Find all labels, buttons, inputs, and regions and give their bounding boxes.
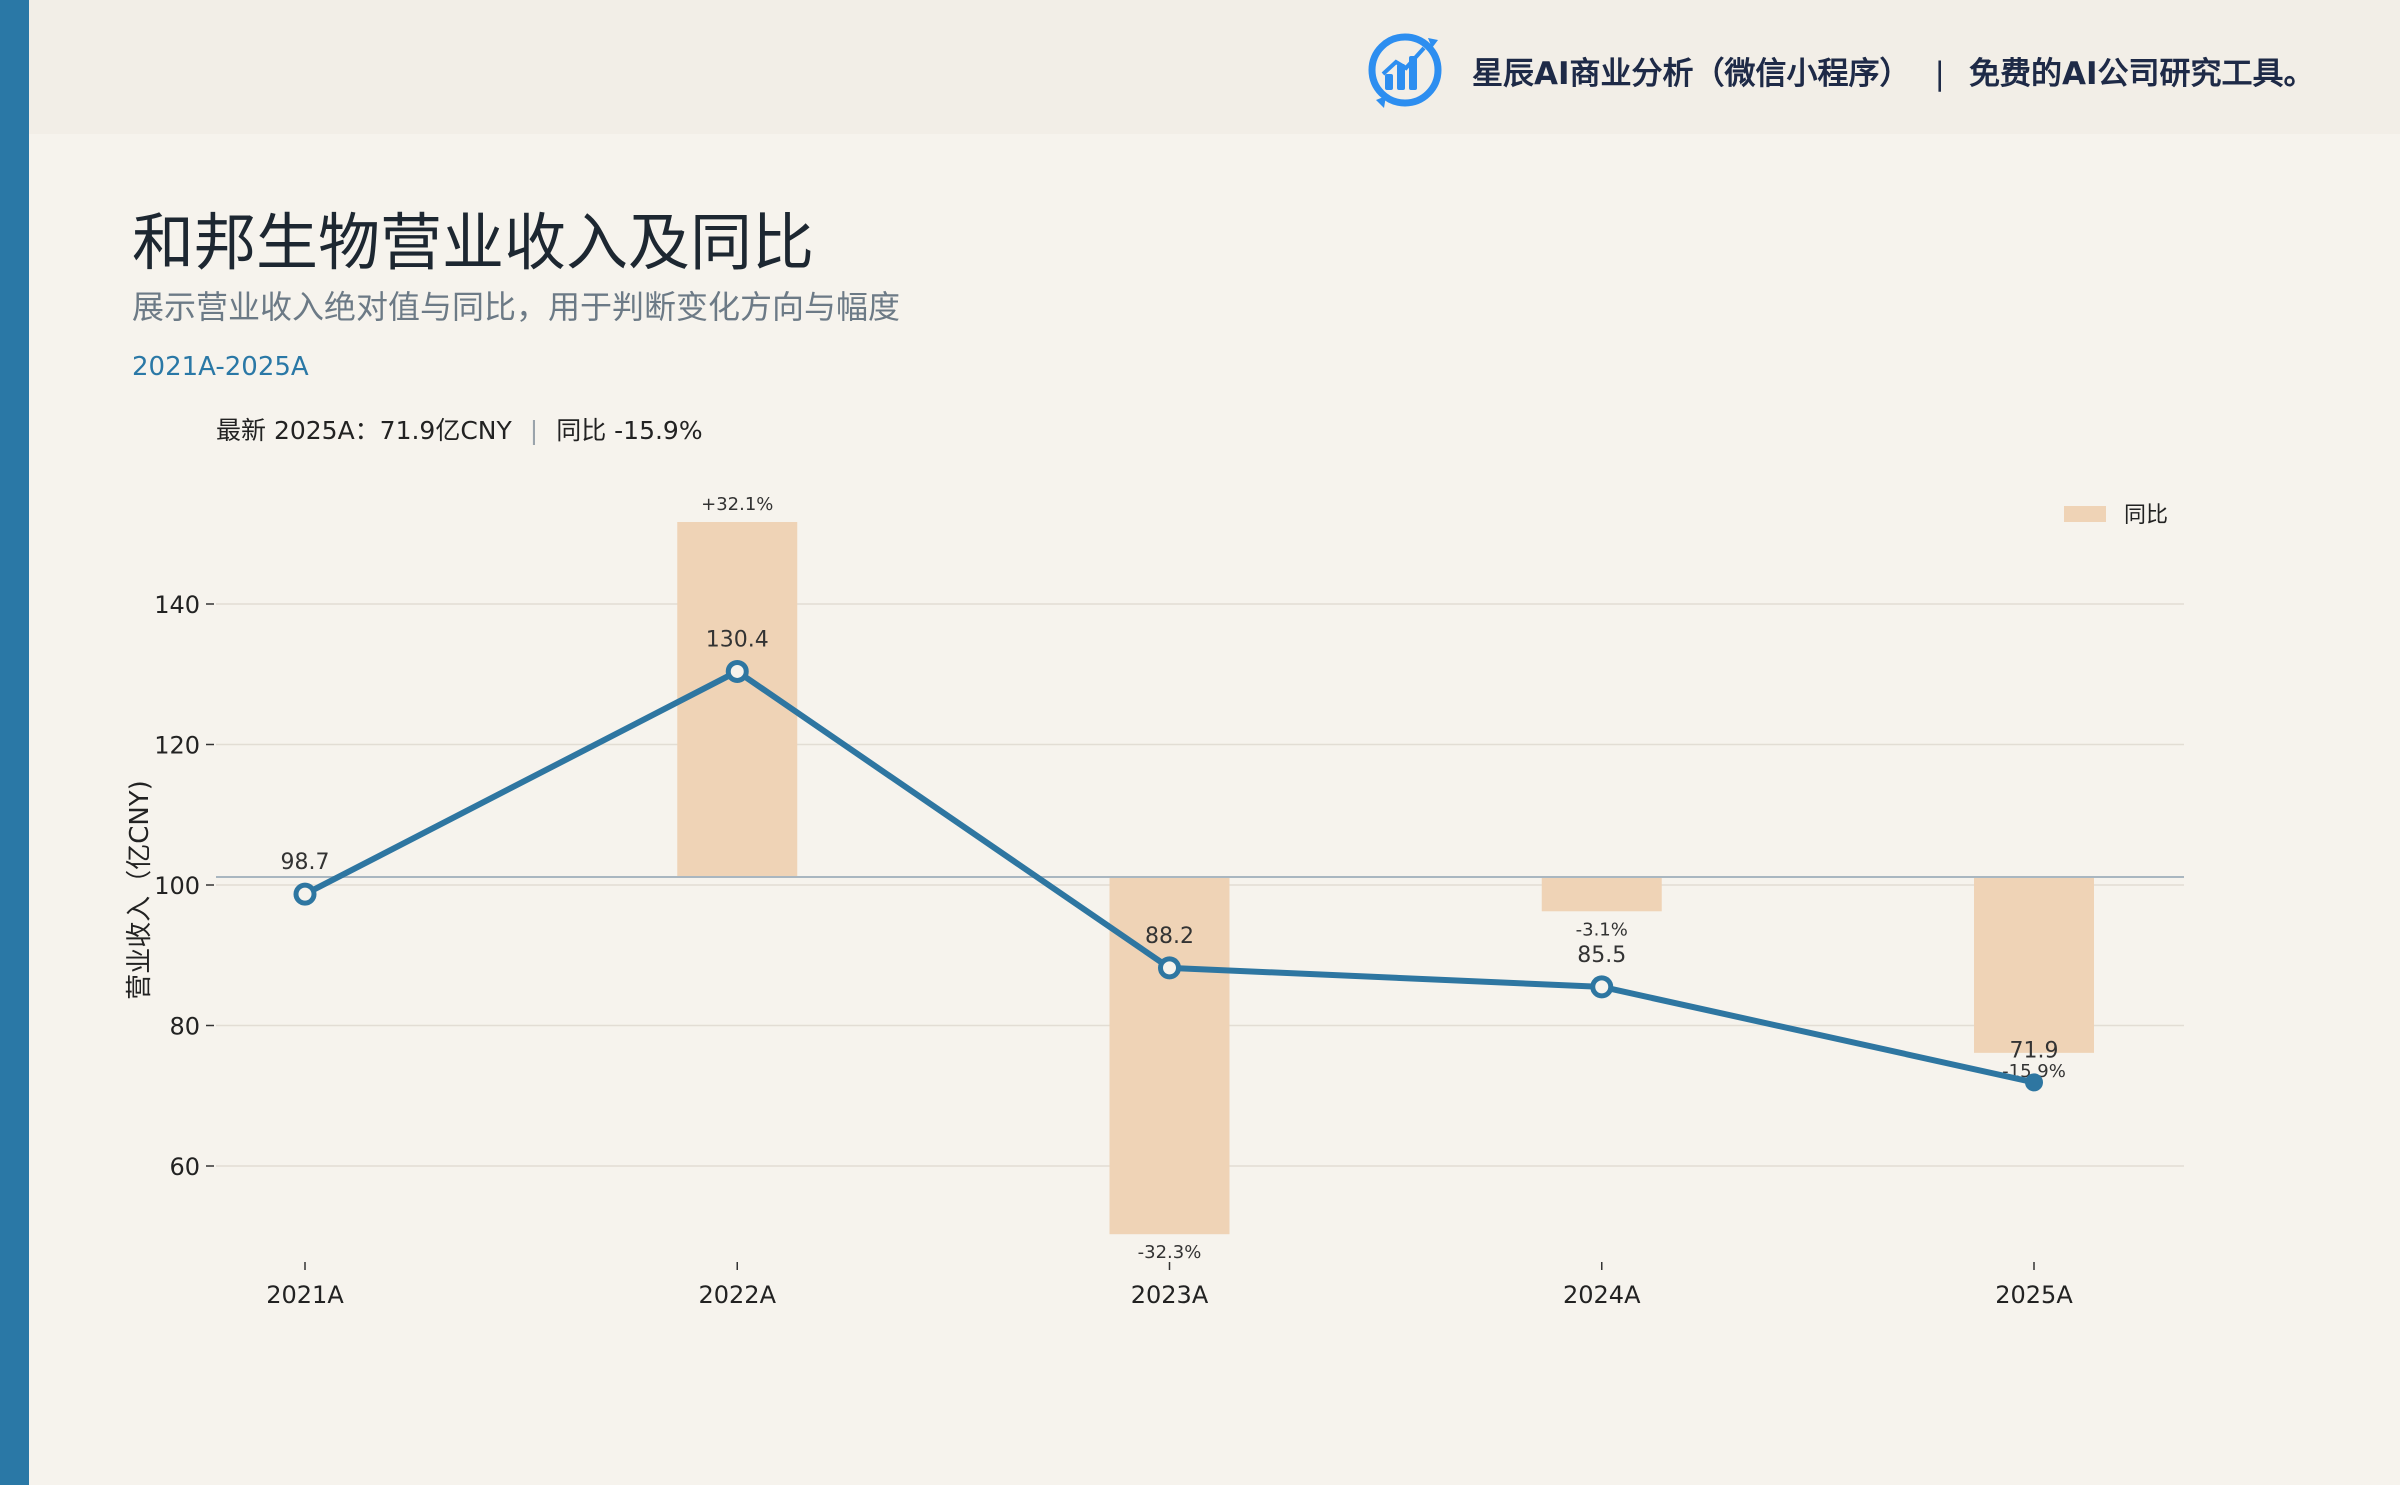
revenue-value-label: 98.7 <box>281 850 330 875</box>
x-tick-label: 2021A <box>266 1281 344 1309</box>
revenue-chart: 60 80 100 120 140 营业收入（亿CNY) +32.1% -32.3% -3.1%… <box>125 494 2184 1309</box>
revenue-value-label: 88.2 <box>1145 924 1194 949</box>
y-axis-label: 营业收入（亿CNY) <box>125 780 155 1000</box>
yoy-bar <box>1974 877 2094 1053</box>
x-tick-label: 2023A <box>1131 1281 1209 1309</box>
x-tick-label: 2025A <box>1995 1281 2073 1309</box>
legend-swatch <box>2064 506 2106 522</box>
revenue-point <box>1590 975 1614 999</box>
yoy-bar <box>1541 877 1662 912</box>
revenue-point <box>2025 1073 2043 1092</box>
yoy-label: -3.1% <box>1576 919 1628 940</box>
x-tick-label: 2024A <box>1563 1281 1641 1309</box>
y-tick-label: 80 <box>169 1013 200 1041</box>
revenue-value-label: 130.4 <box>706 627 769 652</box>
revenue-point <box>1158 956 1181 980</box>
y-tick-label: 120 <box>154 732 200 760</box>
yoy-label: +32.1% <box>701 494 773 515</box>
revenue-point <box>725 659 749 683</box>
yoy-label: -32.3% <box>1138 1242 1202 1263</box>
revenue-value-label: 85.5 <box>1577 943 1626 968</box>
y-tick-label: 140 <box>154 591 200 619</box>
revenue-value-label: 71.9 <box>2010 1038 2059 1063</box>
revenue-point <box>293 882 317 906</box>
y-tick-label: 100 <box>154 872 200 900</box>
legend-label: 同比 <box>2124 503 2168 528</box>
y-tick-label: 60 <box>169 1153 200 1181</box>
x-tick-label: 2022A <box>699 1281 777 1309</box>
